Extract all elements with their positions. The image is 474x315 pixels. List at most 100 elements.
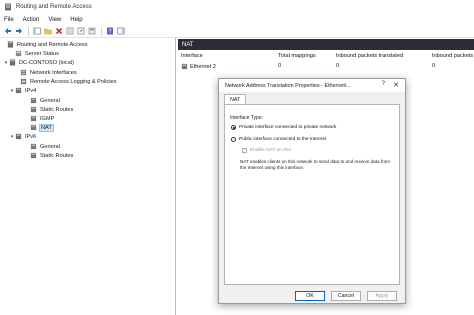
column-header-inbound-translated[interactable]: Inbound packets translated: [336, 53, 403, 59]
tree-item-server[interactable]: ▾ DC-CONTOSO (local): [3, 58, 74, 67]
tree-item-ipv4-static-routes[interactable]: Static Routes: [24, 105, 73, 114]
menu-bar: File Action View Help: [0, 14, 474, 25]
table-row[interactable]: Ethernet 2: [181, 63, 216, 70]
radio-public-interface[interactable]: Public interface connected to the Intern…: [231, 137, 326, 142]
static-routes-icon: [30, 106, 37, 113]
window-title: Routing and Remote Access: [16, 4, 92, 10]
checkbox-enable-nat[interactable]: Enable NAT on this: [242, 148, 291, 153]
export-icon: [77, 27, 84, 35]
column-header-interface[interactable]: Interface: [181, 53, 203, 59]
toolbar-separator: [101, 26, 102, 36]
column-header-total-mappings[interactable]: Total mappings: [278, 53, 316, 59]
tree-label-ipv4-static-routes: Static Routes: [40, 106, 74, 113]
server-icon: [9, 59, 16, 66]
forward-arrow-icon: [15, 28, 22, 34]
toolbar: ?: [0, 25, 474, 38]
console-tree-button[interactable]: [32, 27, 41, 36]
general-icon: [30, 97, 37, 104]
menu-help[interactable]: Help: [70, 17, 82, 23]
title-bar: Routing and Remote Access: [0, 0, 474, 14]
server-icon: [5, 3, 11, 11]
tree-label-ipv6: IPv6: [25, 133, 37, 140]
interface-type-label: Interface Type:: [230, 115, 263, 121]
menu-view[interactable]: View: [48, 17, 61, 23]
tree-label-server: DC-CONTOSO (local): [19, 59, 74, 66]
ok-button[interactable]: OK: [295, 291, 325, 301]
svg-text:?: ?: [108, 29, 111, 35]
radio-private-interface[interactable]: Private interface connected to private n…: [231, 125, 336, 130]
back-arrow-icon: [4, 28, 11, 34]
tree-label-network-interfaces: Network Interfaces: [30, 69, 77, 76]
nat-properties-dialog: Network Address Translation Properties -…: [218, 78, 406, 304]
radio-public-label: Public interface connected to the Intern…: [239, 137, 327, 142]
general-icon: [30, 143, 37, 150]
cell-interface: Ethernet 2: [190, 63, 216, 70]
igmp-icon: [30, 115, 37, 122]
dialog-tab-panel: Interface Type: Private interface connec…: [224, 104, 400, 285]
tree-item-ipv6-static-routes[interactable]: Static Routes: [24, 151, 73, 160]
tree-item-ipv6[interactable]: ▾ IPv6: [9, 132, 36, 141]
cell-inbound-translated: 0: [336, 63, 340, 69]
dialog-title-bar: Network Address Translation Properties -…: [219, 79, 405, 92]
network-adapter-icon: [181, 63, 188, 70]
tree-label-ipv4: IPv4: [25, 87, 37, 94]
back-button[interactable]: [3, 27, 12, 36]
folder-button[interactable]: [43, 27, 52, 36]
tree-item-ipv4-igmp[interactable]: IGMP: [24, 114, 54, 123]
cell-total-mappings: 0: [278, 63, 282, 69]
menu-action[interactable]: Action: [23, 17, 40, 23]
checkbox-enable-nat-label: Enable NAT on this: [250, 148, 291, 153]
properties-button[interactable]: [65, 27, 74, 36]
tree-label-root: Routing and Remote Access: [17, 41, 88, 48]
tree-label-server-status: Server Status: [25, 50, 59, 57]
help-icon[interactable]: ?: [382, 81, 385, 87]
properties-icon: [66, 27, 73, 35]
refresh-button[interactable]: [87, 27, 96, 36]
nat-description: NAT enables clients on this network to s…: [240, 159, 390, 171]
ipv6-icon: [15, 133, 22, 140]
tree-label-logging: Remote Access Logging & Policies: [30, 78, 117, 85]
cell-inbound-packets: 0: [432, 63, 436, 69]
menu-file[interactable]: File: [4, 17, 14, 23]
tree-item-ipv4-general[interactable]: General: [24, 96, 60, 105]
ipv4-icon: [15, 87, 22, 94]
logging-policies-icon: [20, 78, 27, 85]
tree-item-root[interactable]: Routing and Remote Access: [1, 40, 88, 49]
export-button[interactable]: [76, 27, 85, 36]
nat-icon: [30, 124, 37, 131]
tree-item-server-status[interactable]: Server Status: [9, 49, 59, 58]
radio-private-label: Private interface connected to private n…: [239, 125, 337, 130]
cancel-button[interactable]: Cancel: [331, 291, 361, 301]
forward-button[interactable]: [14, 27, 23, 36]
column-header-inbound-packets[interactable]: Inbound packets: [432, 53, 473, 59]
tree-item-logging[interactable]: Remote Access Logging & Policies: [14, 77, 116, 86]
dialog-title: Network Address Translation Properties -…: [225, 82, 351, 89]
tree-label-ipv4-general: General: [40, 97, 60, 104]
checkbox-unchecked-icon: [242, 148, 247, 153]
panel-icon: [116, 27, 125, 35]
tree-label-ipv4-nat: NAT: [39, 123, 54, 132]
refresh-icon: [88, 27, 95, 35]
close-icon[interactable]: ✕: [393, 81, 399, 89]
folder-icon: [43, 28, 52, 35]
static-routes-icon: [30, 152, 37, 159]
console-tree-icon: [32, 27, 41, 35]
network-interfaces-icon: [20, 69, 27, 76]
tree-label-ipv6-general: General: [40, 143, 60, 150]
panel-button[interactable]: [116, 27, 125, 36]
radio-selected-icon: [231, 125, 236, 130]
console-tree: Routing and Remote Access Server Status …: [0, 38, 176, 315]
apply-button[interactable]: Apply: [367, 291, 397, 301]
tree-item-ipv4[interactable]: ▾ IPv4: [9, 86, 36, 95]
pane-header: NAT: [178, 39, 474, 50]
tree-label-ipv6-static-routes: Static Routes: [40, 152, 74, 159]
tree-item-ipv4-nat[interactable]: NAT: [24, 123, 54, 132]
tree-item-ipv6-general[interactable]: General: [24, 142, 60, 151]
tree-label-ipv4-igmp: IGMP: [40, 115, 55, 122]
delete-button[interactable]: [54, 27, 63, 36]
server-status-icon: [15, 50, 22, 57]
help-button[interactable]: ?: [105, 27, 114, 36]
tree-item-network-interfaces[interactable]: Network Interfaces: [14, 68, 77, 77]
radio-unselected-icon: [231, 137, 236, 142]
toolbar-separator: [28, 26, 29, 36]
